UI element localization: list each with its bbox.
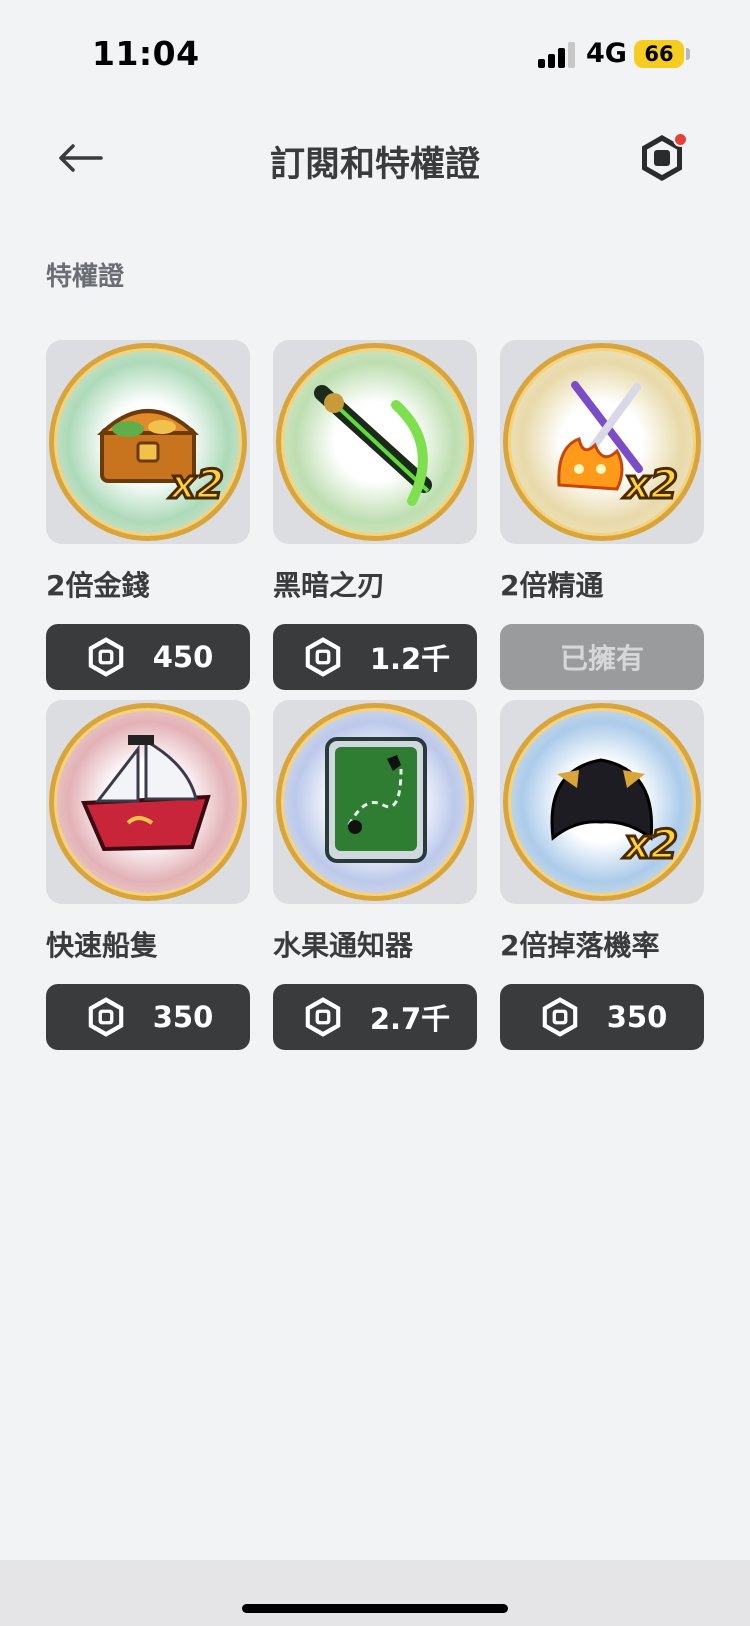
buy-button[interactable]: 1.2千 bbox=[273, 624, 477, 690]
pass-medal: x2 bbox=[503, 703, 701, 901]
home-indicator-area bbox=[0, 1560, 750, 1626]
pass-name: 黑暗之刃 bbox=[273, 569, 386, 602]
battery-cap bbox=[686, 48, 690, 60]
map-card-icon bbox=[305, 725, 445, 879]
pass-medal bbox=[276, 343, 474, 541]
pass-card: x2 2倍精通 已擁有 bbox=[500, 340, 704, 690]
pass-thumbnail[interactable] bbox=[46, 700, 250, 904]
pass-card: 快速船隻 350 bbox=[46, 700, 250, 1050]
pass-thumbnail[interactable]: x2 bbox=[500, 340, 704, 544]
status-bar: 11:04 4G 66 bbox=[0, 0, 750, 100]
network-type: 4G bbox=[586, 38, 627, 69]
pass-name: 2倍金錢 bbox=[46, 569, 150, 602]
robux-balance-button[interactable] bbox=[634, 130, 690, 186]
robux-icon bbox=[88, 637, 123, 677]
pass-name: 快速船隻 bbox=[46, 929, 159, 962]
owned-button: 已擁有 bbox=[500, 624, 704, 690]
price-label: 1.2千 bbox=[369, 642, 451, 676]
x2-badge: x2 bbox=[623, 821, 680, 870]
header: 訂閱和特權證 bbox=[0, 110, 750, 210]
notification-badge bbox=[673, 132, 688, 147]
pass-medal: x2 bbox=[503, 343, 701, 541]
home-indicator[interactable] bbox=[242, 1604, 508, 1613]
status-time: 11:04 bbox=[92, 34, 200, 73]
pass-name: 2倍掉落機率 bbox=[500, 929, 660, 962]
robux-icon bbox=[542, 997, 577, 1037]
pass-thumbnail[interactable]: x2 bbox=[500, 700, 704, 904]
pass-thumbnail[interactable] bbox=[273, 340, 477, 544]
battery-level: 66 bbox=[634, 40, 684, 68]
pass-card: 水果通知器 2.7千 bbox=[273, 700, 477, 1050]
dark-blade-icon bbox=[300, 365, 450, 519]
section-title: 特權證 bbox=[46, 262, 125, 292]
pass-card: 黑暗之刃 1.2千 bbox=[273, 340, 477, 690]
pass-name: 2倍精通 bbox=[500, 569, 604, 602]
pass-name: 水果通知器 bbox=[273, 929, 414, 962]
price-label: 2.7千 bbox=[369, 1002, 451, 1036]
buy-button[interactable]: 2.7千 bbox=[273, 984, 477, 1050]
x2-badge: x2 bbox=[623, 461, 680, 510]
pass-thumbnail[interactable]: x2 bbox=[46, 340, 250, 544]
price-label: 450 bbox=[152, 640, 214, 674]
pass-medal: x2 bbox=[49, 343, 247, 541]
robux-icon bbox=[305, 997, 341, 1037]
buy-button[interactable]: 350 bbox=[46, 984, 250, 1050]
buy-button[interactable]: 450 bbox=[46, 624, 250, 690]
price-label: 350 bbox=[606, 1000, 668, 1034]
pass-card: x2 2倍掉落機率 350 bbox=[500, 700, 704, 1050]
price-label: 350 bbox=[152, 1000, 214, 1034]
pass-medal bbox=[49, 703, 247, 901]
ship-icon bbox=[68, 725, 228, 879]
owned-label: 已擁有 bbox=[559, 642, 644, 675]
robux-icon bbox=[88, 997, 123, 1037]
pass-medal bbox=[276, 703, 474, 901]
x2-badge: x2 bbox=[169, 461, 226, 510]
cellular-signal-icon bbox=[538, 42, 578, 68]
pass-card: x2 2倍金錢 450 bbox=[46, 340, 250, 690]
buy-button[interactable]: 350 bbox=[500, 984, 704, 1050]
pass-thumbnail[interactable] bbox=[273, 700, 477, 904]
robux-icon bbox=[305, 637, 341, 677]
